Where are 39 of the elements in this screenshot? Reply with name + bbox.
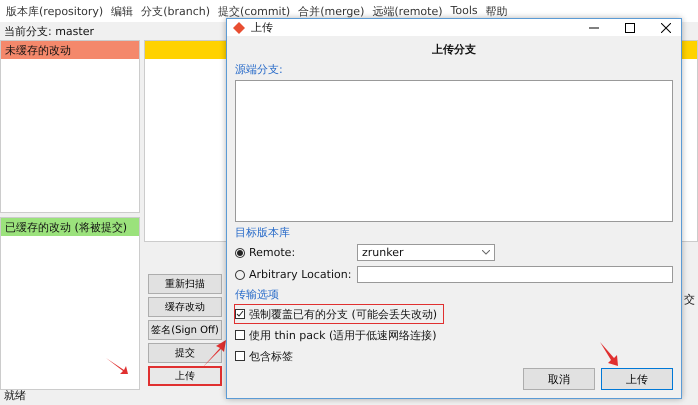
commit-label-fragment: 交 bbox=[684, 292, 695, 307]
status-text: 就绪 bbox=[4, 388, 26, 403]
checkbox[interactable] bbox=[235, 330, 245, 340]
dialog-title: 上传 bbox=[251, 20, 273, 35]
menu-item[interactable]: 版本库(repository) bbox=[6, 4, 104, 18]
menu-item[interactable]: 远端(remote) bbox=[372, 4, 443, 18]
menu-item[interactable]: 编辑 bbox=[111, 4, 134, 18]
checkbox[interactable] bbox=[235, 351, 245, 361]
chevron-down-icon bbox=[482, 250, 490, 255]
menu-item[interactable]: Tools bbox=[450, 4, 478, 18]
menu-item[interactable]: 分支(branch) bbox=[141, 4, 210, 18]
current-branch-label: 当前分支: master bbox=[3, 24, 95, 40]
annotation-arrow bbox=[600, 342, 620, 368]
destination-label: 目标版本库 bbox=[235, 225, 291, 240]
radio-label: Remote: bbox=[249, 246, 296, 259]
location-field[interactable] bbox=[357, 266, 673, 283]
action-button[interactable]: 提交 bbox=[148, 343, 222, 363]
menu-item[interactable]: 提交(commit) bbox=[218, 4, 290, 18]
transfer-options-label: 传输选项 bbox=[235, 287, 280, 302]
action-button[interactable]: 缓存改动 bbox=[148, 297, 222, 317]
source-branch-label: 源端分支: bbox=[235, 62, 284, 77]
action-button[interactable]: 上传 bbox=[148, 366, 222, 386]
staged-header: 已缓存的改动 (将被提交) bbox=[1, 218, 139, 236]
radio-button[interactable] bbox=[235, 270, 245, 280]
remote-dropdown[interactable]: zrunker bbox=[357, 244, 495, 261]
radio-button[interactable] bbox=[235, 248, 245, 258]
dialog-heading: 上传分支 bbox=[431, 42, 477, 58]
checkbox-label: 强制覆盖已有的分支 (可能会丢失改动) bbox=[249, 306, 438, 322]
action-button[interactable]: 签名(Sign Off) bbox=[148, 320, 222, 340]
radio-label: Arbitrary Location: bbox=[249, 268, 352, 281]
checkbox[interactable] bbox=[235, 309, 245, 319]
dialog-button[interactable]: 上传 bbox=[601, 368, 673, 390]
checkbox-label: 使用 thin pack (适用于低速网络连接) bbox=[249, 328, 437, 342]
menu-item[interactable]: 合并(merge) bbox=[298, 4, 364, 18]
action-button[interactable]: 重新扫描 bbox=[148, 274, 222, 294]
unstaged-header: 未缓存的改动 bbox=[1, 41, 139, 59]
menu-item[interactable]: 帮助 bbox=[486, 4, 508, 18]
checkbox-label: 包含标签 bbox=[249, 348, 293, 364]
dialog-button[interactable]: 取消 bbox=[523, 368, 595, 390]
